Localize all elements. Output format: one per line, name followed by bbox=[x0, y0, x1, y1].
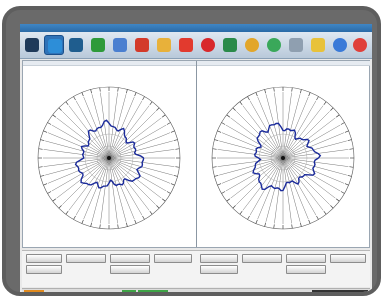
grid-icon bbox=[113, 38, 127, 52]
print-icon bbox=[289, 38, 303, 52]
home-button[interactable] bbox=[22, 35, 42, 55]
plot-area bbox=[22, 60, 370, 248]
panel-button-3[interactable] bbox=[110, 254, 150, 263]
instrument-button[interactable] bbox=[66, 35, 86, 55]
right-polar-pane bbox=[197, 61, 370, 247]
report-button[interactable] bbox=[44, 35, 64, 55]
folder-icon bbox=[157, 38, 171, 52]
status-segment-2 bbox=[46, 290, 106, 292]
target-icon bbox=[245, 38, 259, 52]
application-window bbox=[20, 24, 372, 292]
center-point bbox=[107, 156, 111, 160]
star-button[interactable] bbox=[308, 35, 328, 55]
refresh-button[interactable] bbox=[264, 35, 284, 55]
panel-button-4[interactable] bbox=[154, 254, 192, 263]
panel-button-5[interactable] bbox=[200, 254, 238, 263]
print-button[interactable] bbox=[286, 35, 306, 55]
camera-icon bbox=[223, 38, 237, 52]
close-button[interactable] bbox=[350, 35, 370, 55]
bookmark-icon bbox=[135, 38, 149, 52]
status-segment-1 bbox=[24, 290, 44, 292]
bookmark-button[interactable] bbox=[132, 35, 152, 55]
panel-button-9[interactable] bbox=[26, 265, 62, 274]
status-segment-6 bbox=[312, 290, 368, 292]
stop-button[interactable] bbox=[198, 35, 218, 55]
title-bar bbox=[20, 24, 372, 32]
grid-button[interactable] bbox=[110, 35, 130, 55]
control-panel bbox=[22, 250, 370, 287]
main-toolbar bbox=[20, 32, 372, 59]
monitor-bezel bbox=[2, 6, 381, 296]
status-segment-4 bbox=[138, 290, 168, 292]
panel-button-12[interactable] bbox=[286, 265, 326, 274]
report-icon bbox=[48, 39, 62, 53]
status-segment-5 bbox=[182, 290, 242, 292]
panel-button-1[interactable] bbox=[26, 254, 62, 263]
left-polar-plot[interactable] bbox=[23, 66, 195, 246]
panel-button-7[interactable] bbox=[286, 254, 326, 263]
refresh-icon bbox=[267, 38, 281, 52]
bar-chart-icon bbox=[179, 38, 193, 52]
status-bar bbox=[22, 288, 370, 292]
instrument-icon bbox=[69, 38, 83, 52]
panel-button-6[interactable] bbox=[242, 254, 282, 263]
target-button[interactable] bbox=[242, 35, 262, 55]
status-segment-3 bbox=[122, 290, 136, 292]
panel-button-11[interactable] bbox=[200, 265, 238, 274]
right-polar-plot[interactable] bbox=[197, 66, 369, 246]
panel-button-10[interactable] bbox=[110, 265, 150, 274]
panel-button-2[interactable] bbox=[66, 254, 106, 263]
globe-button[interactable] bbox=[330, 35, 350, 55]
chart-button[interactable] bbox=[176, 35, 196, 55]
home-icon bbox=[25, 38, 39, 52]
close-icon bbox=[353, 38, 367, 52]
camera-button[interactable] bbox=[220, 35, 240, 55]
tools-button[interactable] bbox=[88, 35, 108, 55]
stop-icon bbox=[201, 38, 215, 52]
center-point bbox=[281, 156, 285, 160]
globe-icon bbox=[333, 38, 347, 52]
left-polar-pane bbox=[23, 61, 197, 247]
star-icon bbox=[311, 38, 325, 52]
panel-button-8[interactable] bbox=[330, 254, 366, 263]
tools-icon bbox=[91, 38, 105, 52]
folder-button[interactable] bbox=[154, 35, 174, 55]
